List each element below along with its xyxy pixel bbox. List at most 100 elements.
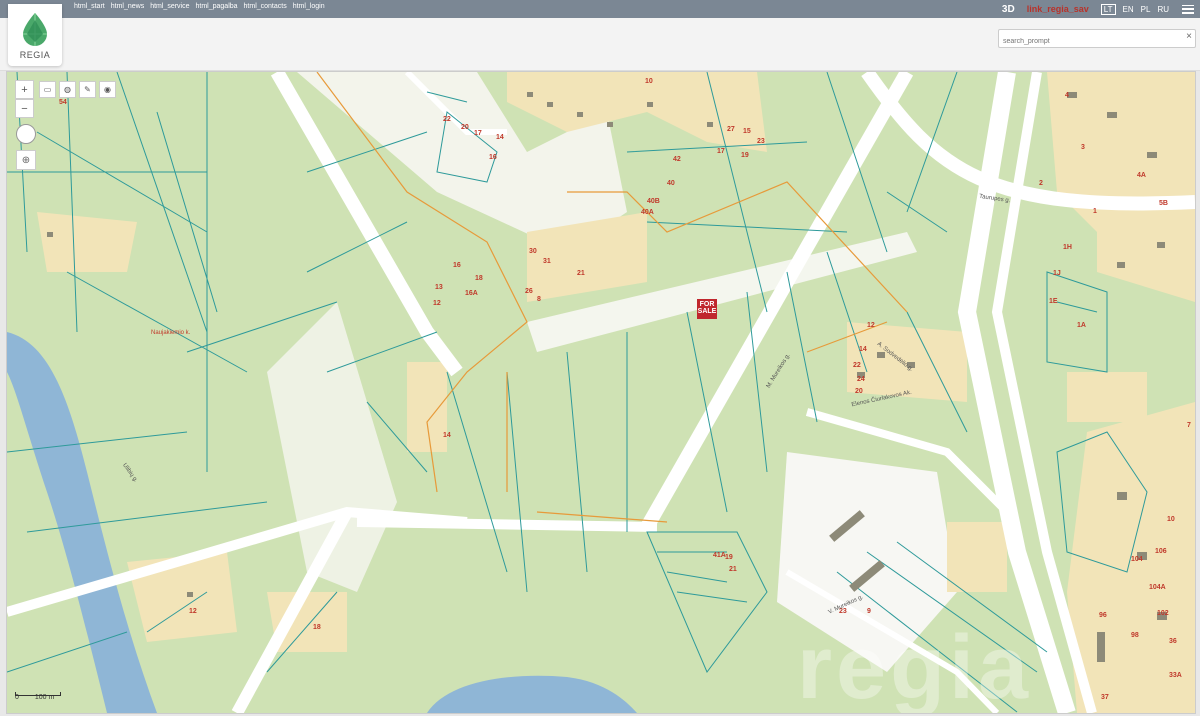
nav-link-pagalba[interactable]: html_pagalba [196, 3, 238, 10]
street-label: Naujakiemio k. [151, 330, 191, 336]
parcel-label: 37 [1101, 694, 1109, 701]
search-input[interactable] [999, 34, 1177, 49]
for-sale-marker[interactable]: FOR SALE [697, 299, 717, 319]
logo-text: REGIA [19, 50, 51, 60]
parcel-label: 23 [757, 138, 765, 145]
hamburger-menu-icon[interactable] [1182, 4, 1194, 14]
parcel-label: 2 [1039, 180, 1043, 187]
parcel-label: 30 [529, 248, 537, 255]
parcel-label: 98 [1131, 632, 1139, 639]
parcel-label: 15 [743, 128, 751, 135]
parcel-label: 104A [1149, 584, 1166, 591]
parcel-label: 13 [435, 284, 443, 291]
edit-icon[interactable]: ✎ [79, 81, 96, 98]
regia-watermark: regia [797, 618, 1033, 714]
zoom-controls: + − [15, 80, 34, 118]
parcel-label: 14 [859, 346, 867, 353]
parcel-label: 22 [853, 362, 861, 369]
parcel-label: 5B [1159, 200, 1168, 207]
parcel-label: 14 [443, 432, 451, 439]
parcel-label: 16 [489, 154, 497, 161]
parcel-label: 31 [543, 258, 551, 265]
parcel-label: 9 [867, 608, 871, 615]
parcel-label: 16 [453, 262, 461, 269]
for-sale-text-line1: FOR [699, 301, 715, 308]
parcel-label: 17 [474, 130, 482, 137]
parcel-label: 10 [1167, 516, 1175, 523]
parcel-label: 96 [1099, 612, 1107, 619]
parcel-label: 27 [727, 126, 735, 133]
zoom-out-button[interactable]: − [15, 99, 34, 118]
regia-logo[interactable]: REGIA [8, 4, 62, 66]
parcel-label: 102 [1157, 610, 1169, 617]
parcel-label: 1J [1053, 270, 1061, 277]
parcel-label: 24 [857, 376, 865, 383]
parcel-label: 26 [525, 288, 533, 295]
parcel-label: 18 [475, 275, 483, 282]
parcel-label: 4A [1137, 172, 1146, 179]
scale-zero: 0 [15, 694, 19, 701]
pin-icon[interactable]: ◍ [59, 81, 76, 98]
parcel-label: 40B [647, 198, 660, 205]
parcel-label: 12 [867, 322, 875, 329]
language-lt[interactable]: LT [1100, 3, 1116, 15]
regia-drop-icon [23, 13, 47, 46]
parcel-label: 18 [313, 624, 321, 631]
parcel-label: 106 [1155, 548, 1167, 555]
parcel-label: 1E [1049, 298, 1058, 305]
map-canvas[interactable]: FOR SALE 54 22 20 17 14 16 10 27 15 17 1… [6, 71, 1196, 714]
parcel-label: 54 [59, 99, 67, 106]
parcel-label: 1A [1077, 322, 1086, 329]
parcel-label: 3 [1081, 144, 1085, 151]
parcel-label: 8 [537, 296, 541, 303]
parcel-label: 12 [433, 300, 441, 307]
compass-icon[interactable] [16, 124, 36, 144]
regia-municipality-link[interactable]: link_regia_sav [1027, 4, 1089, 14]
nav-link-login[interactable]: html_login [293, 3, 325, 10]
3d-toggle-button[interactable]: 3D [1002, 4, 1015, 15]
parcel-label: 20 [461, 124, 469, 131]
parcel-label: 40 [667, 180, 675, 187]
nav-link-service[interactable]: html_service [150, 3, 189, 10]
nav-link-contacts[interactable]: html_contacts [244, 3, 287, 10]
search-box[interactable]: × [998, 29, 1196, 49]
parcel-label: 10 [645, 78, 653, 85]
parcel-label: 19 [741, 152, 749, 159]
parcel-label: 14 [496, 134, 504, 141]
header: REGIA × [0, 4, 1200, 71]
parcel-label: 20 [855, 388, 863, 395]
parcel-label: 42 [673, 156, 681, 163]
zoom-in-button[interactable]: + [15, 80, 34, 99]
parcel-label: 12 [189, 608, 197, 615]
parcel-label: 16A [465, 290, 478, 297]
language-pl[interactable]: PL [1141, 5, 1151, 14]
parcel-label: 17 [717, 148, 725, 155]
parcel-label: 19 [725, 554, 733, 561]
clear-search-icon[interactable]: × [1186, 31, 1192, 42]
parcel-label: 21 [577, 270, 585, 277]
parcel-label: 4 [1065, 92, 1069, 99]
parcel-label: 1 [1093, 208, 1097, 215]
for-sale-text-line2: SALE [697, 308, 717, 315]
language-en[interactable]: EN [1123, 5, 1134, 14]
nav-link-start[interactable]: html_start [74, 3, 105, 10]
parcel-label: 1H [1063, 244, 1072, 251]
parcel-label: 40A [641, 209, 654, 216]
language-ru[interactable]: RU [1157, 5, 1169, 14]
parcel-label: 33A [1169, 672, 1182, 679]
parcel-label: 36 [1169, 638, 1177, 645]
right-tools: 3D link_regia_sav LT EN PL RU [1002, 0, 1200, 18]
parcel-label: 104 [1131, 556, 1143, 563]
measure-icon[interactable]: ▭ [39, 81, 56, 98]
crosshair-icon[interactable]: ⊕ [16, 150, 36, 170]
parcel-label: 21 [729, 566, 737, 573]
top-navigation-bar: html_start html_news html_service html_p… [0, 0, 1200, 18]
locate-icon[interactable]: ◉ [99, 81, 116, 98]
scale-label: 0 100 m [15, 694, 54, 701]
nav-link-news[interactable]: html_news [111, 3, 144, 10]
parcel-label: 7 [1187, 422, 1191, 429]
parcel-label: 41A [713, 552, 726, 559]
nav-links: html_start html_news html_service html_p… [74, 3, 325, 10]
scale-distance: 100 m [34, 694, 55, 701]
map-tools: ▭ ◍ ✎ ◉ [39, 81, 116, 98]
